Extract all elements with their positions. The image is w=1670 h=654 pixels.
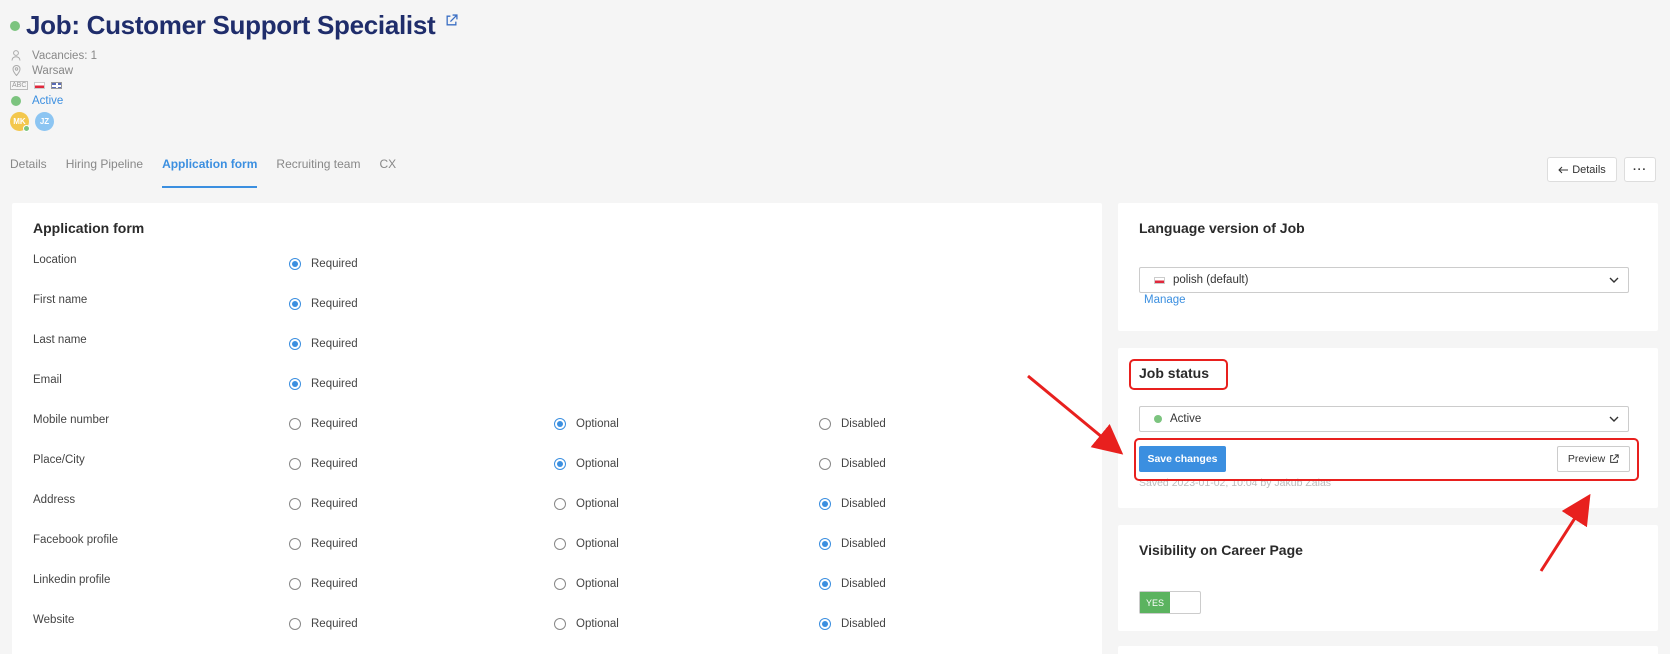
annotation-arrow-left <box>1027 374 1124 455</box>
annotation-arrows <box>1027 374 1591 572</box>
annotation-arrow-right <box>1539 493 1591 572</box>
